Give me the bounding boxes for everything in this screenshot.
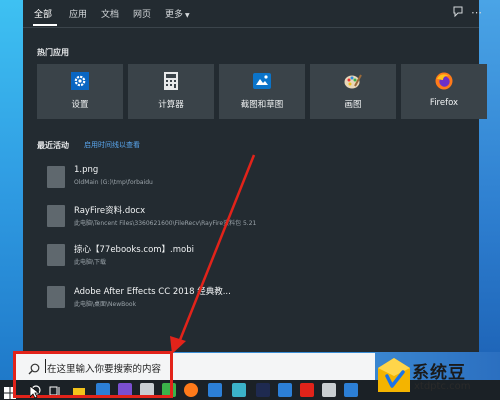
search-panel: 全部 应用 文档 网页 更多▼ ⋯ 热门应用 设置 计算器 截图和草图 画图 [23,0,487,352]
file-name: RayFire资料.docx [74,206,146,216]
desktop-background-left [0,0,23,380]
top-apps-title: 热门应用 [37,48,69,57]
file-icon [47,166,65,188]
watermark-text: 系统豆 [412,363,466,383]
tab-apps[interactable]: 应用 [69,7,87,20]
scope-tabs: 全部 应用 文档 网页 更多 ▼ ⋯ [23,0,482,27]
list-item[interactable]: Adobe After Effects CC 2018 经典教... 此电脑\桌… [47,282,407,320]
tab-web[interactable]: 网页 [133,7,151,20]
ellipsis-icon[interactable]: ⋯ [471,6,482,20]
app-tile-snip-sketch[interactable]: 截图和草图 [219,64,305,119]
file-path: OldMain (G:)\tmp\forbaidu [74,179,153,186]
taskbar-app-icon[interactable] [300,383,314,397]
taskbar-app-icon[interactable] [278,383,292,397]
file-path: 此电脑\桌面\NewBook [74,301,137,308]
app-tile-label: 设置 [71,100,89,110]
chevron-down-icon: ▼ [185,12,190,19]
taskbar-app-icon[interactable] [256,383,270,397]
snip-sketch-icon [253,72,271,90]
taskbar-app-icon[interactable] [232,383,246,397]
file-path: 此电脑\Tencent Files\3360621600\FileRecv\Ra… [74,220,257,227]
file-icon [47,286,65,308]
file-icon [47,205,65,227]
app-tile-firefox[interactable]: Firefox [401,64,487,119]
recent-title: 最近活动 [37,141,69,150]
taskbar-app-icon[interactable] [208,383,222,397]
firefox-icon [435,72,453,90]
watermark-logo-icon [378,358,410,392]
tab-all[interactable]: 全部 [34,7,52,20]
tab-documents[interactable]: 文档 [101,7,119,20]
active-tab-indicator [33,24,57,26]
file-name: 掠心【77ebooks.com】.mobi [74,245,194,255]
app-tile-label: 计算器 [158,100,184,110]
calculator-icon [162,72,180,90]
header-divider [23,27,479,28]
app-tile-label: 截图和草图 [240,100,284,110]
gear-icon [71,72,89,90]
app-tile-label: Firefox [429,98,459,108]
mouse-pointer-icon [30,386,39,399]
list-item[interactable]: 掠心【77ebooks.com】.mobi 此电脑\下载 [47,240,407,278]
file-name: Adobe After Effects CC 2018 经典教... [74,287,231,297]
watermark: 系统豆 xtdptc.com [368,352,500,400]
feedback-icon[interactable] [451,6,465,20]
app-tile-settings[interactable]: 设置 [37,64,123,119]
file-path: 此电脑\下载 [74,259,107,266]
desktop-background-right [479,0,500,352]
list-item[interactable]: 1.png OldMain (G:)\tmp\forbaidu [47,162,407,200]
app-tile-paint[interactable]: 画图 [310,64,396,119]
file-name: 1.png [74,165,99,175]
taskbar-app-icon[interactable] [184,383,198,397]
tab-more-label: 更多 [165,10,184,20]
file-icon [47,244,65,266]
app-tile-label: 画图 [344,100,362,110]
paint-icon [344,72,362,90]
watermark-url: xtdptc.com [414,381,471,392]
app-tile-calculator[interactable]: 计算器 [128,64,214,119]
taskbar-app-icon[interactable] [322,383,336,397]
taskbar-app-icon[interactable] [344,383,358,397]
list-item[interactable]: RayFire资料.docx 此电脑\Tencent Files\3360621… [47,201,407,239]
tab-more[interactable]: 更多 ▼ [165,7,190,20]
enable-timeline-link[interactable]: 启用时间线以查看 [84,140,140,150]
